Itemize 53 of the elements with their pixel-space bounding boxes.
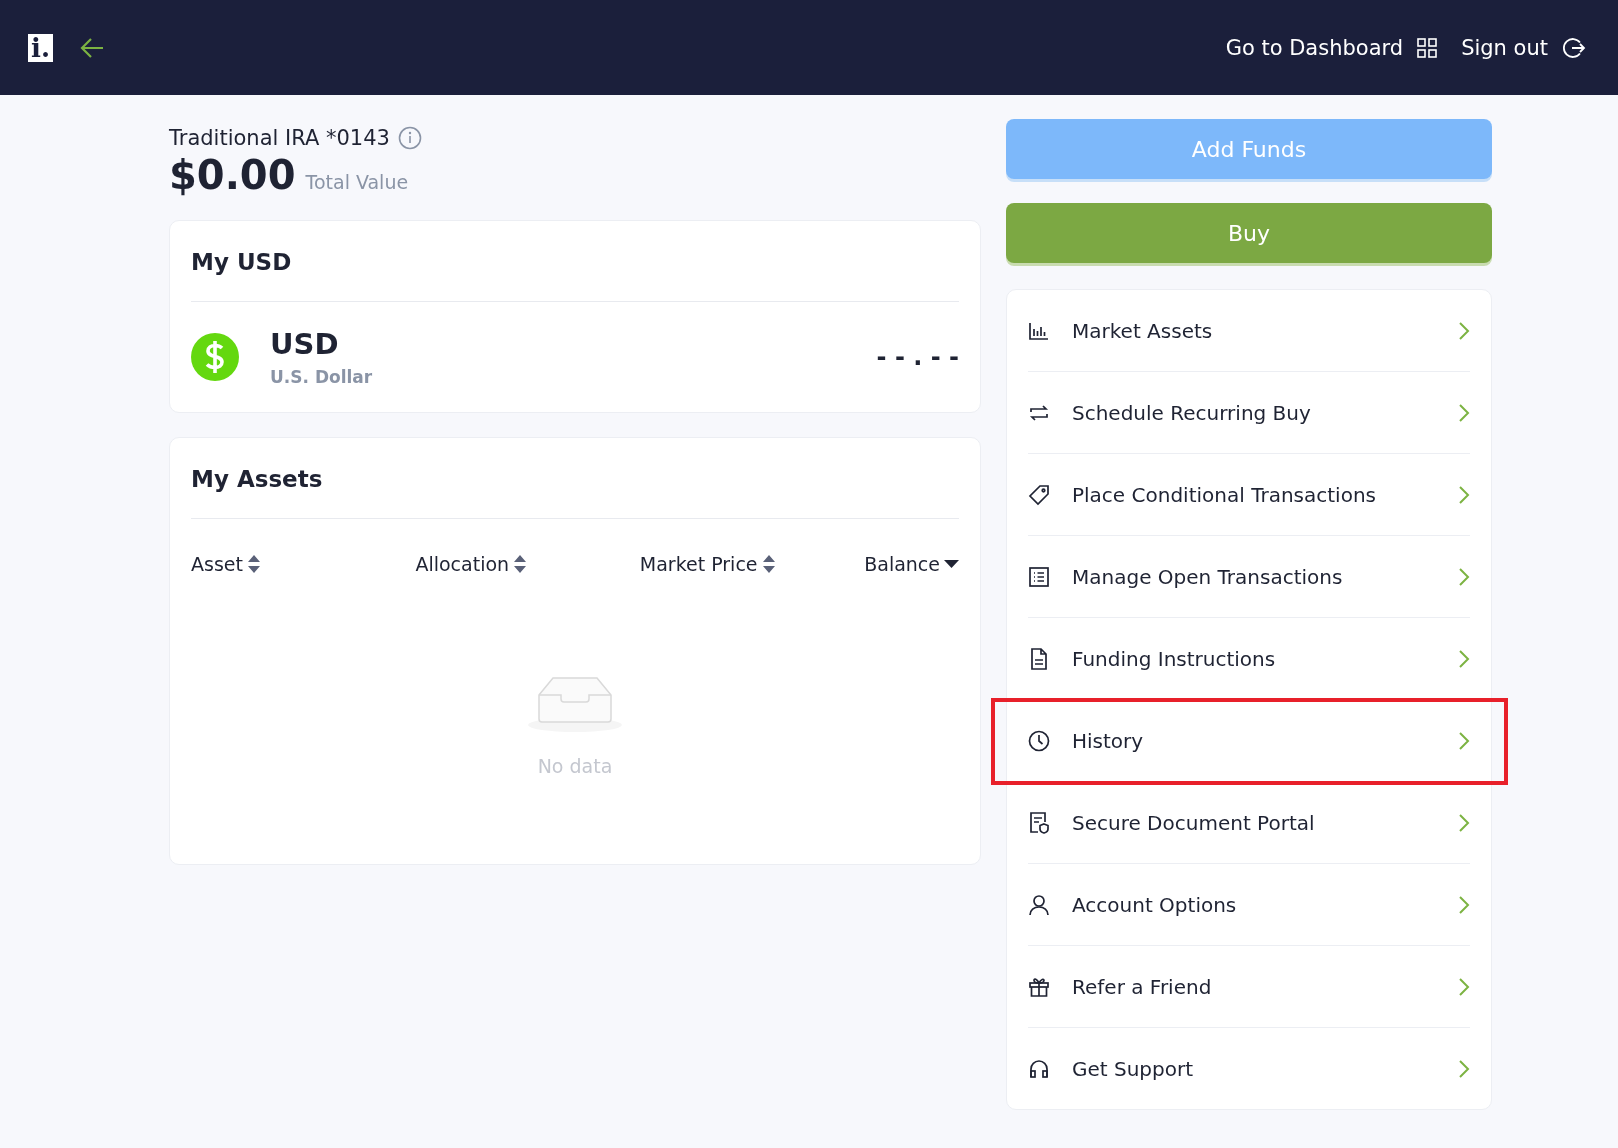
menu-item[interactable]: Market Assets: [1028, 290, 1470, 371]
account-name: Traditional IRA *0143: [169, 126, 390, 150]
sort-icon[interactable]: [513, 554, 528, 574]
total-value: $0.00: [169, 152, 296, 198]
document-icon: [1028, 647, 1050, 670]
chevron-right-icon: [1458, 320, 1470, 341]
chevron-right-icon: [1458, 812, 1470, 833]
menu-item[interactable]: History: [1028, 700, 1470, 781]
chevron-right-icon: [1458, 566, 1470, 587]
back-arrow-icon[interactable]: [78, 36, 105, 59]
list-icon: [1028, 565, 1050, 588]
menu-item[interactable]: Account Options: [1028, 864, 1470, 945]
person-icon: [1028, 893, 1050, 916]
sort-icon[interactable]: [761, 554, 776, 574]
info-icon[interactable]: [397, 126, 422, 150]
chevron-right-icon: [1458, 402, 1470, 423]
column-header[interactable]: Market Price: [639, 553, 758, 575]
document-shield-icon: [1028, 811, 1050, 834]
currency-balance: - - . - -: [876, 343, 959, 371]
chevron-right-icon: [1458, 894, 1470, 915]
sort-descending-icon[interactable]: [944, 559, 959, 569]
menu-item[interactable]: Get Support: [1028, 1028, 1470, 1109]
menu-item[interactable]: Manage Open Transactions: [1028, 536, 1470, 617]
sort-icon[interactable]: [246, 554, 261, 574]
chevron-right-icon: [1458, 976, 1470, 997]
chevron-right-icon: [1458, 484, 1470, 505]
menu-item[interactable]: Schedule Recurring Buy: [1028, 372, 1470, 453]
chevron-right-icon: [1458, 730, 1470, 751]
tag-icon: [1028, 483, 1050, 506]
currency-code: USD: [270, 327, 340, 361]
dollar-coin-icon: [191, 333, 239, 381]
menu-item[interactable]: Refer a Friend: [1028, 946, 1470, 1027]
chevron-right-icon: [1458, 1058, 1470, 1079]
nav-link[interactable]: Sign out: [1461, 35, 1548, 60]
clock-icon: [1028, 729, 1050, 752]
menu-item[interactable]: Funding Instructions: [1028, 618, 1470, 699]
empty-message: No data: [537, 755, 613, 777]
nav-link[interactable]: Go to Dashboard: [1225, 35, 1404, 60]
gift-icon: [1028, 975, 1050, 998]
chevron-right-icon: [1458, 648, 1470, 669]
grid-icon[interactable]: [1417, 37, 1438, 58]
total-value-label: Total Value: [305, 171, 409, 193]
column-header[interactable]: Asset: [191, 553, 243, 575]
sign-out-icon[interactable]: [1562, 35, 1586, 60]
headphones-icon: [1028, 1057, 1050, 1080]
currency-name: U.S. Dollar: [270, 367, 374, 387]
column-header[interactable]: Allocation: [415, 553, 510, 575]
card-title: My USD: [191, 221, 959, 302]
column-header[interactable]: Balance: [864, 553, 940, 575]
logo[interactable]: i.: [28, 33, 53, 62]
card-title: My Assets: [191, 438, 959, 519]
menu-item[interactable]: Place Conditional Transactions: [1028, 454, 1470, 535]
menu-item[interactable]: Secure Document Portal: [1028, 782, 1470, 863]
